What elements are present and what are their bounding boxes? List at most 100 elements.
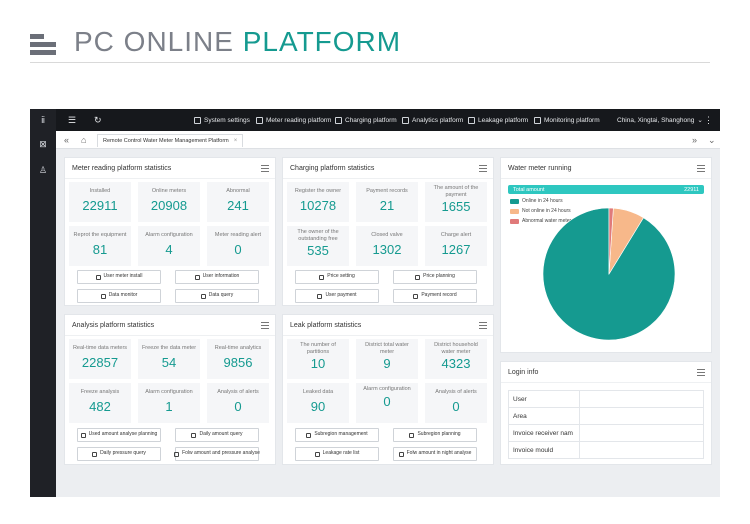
banner-title-part2: PLATFORM (242, 26, 402, 57)
monitor-icon (534, 116, 541, 124)
card-menu-icon[interactable] (261, 165, 269, 174)
card-menu-icon[interactable] (479, 322, 487, 331)
refresh-icon[interactable]: ↻ (94, 109, 102, 131)
stat-outstanding-owner: The owner of the outstanding free 535 (287, 226, 349, 266)
stat-label: The amount of the payment (433, 185, 479, 198)
water-meter-running-card: Water meter running Total amount 22911 O… (500, 157, 712, 353)
stat-alarm-configuration: Alarm configuration 4 (138, 226, 200, 266)
stat-value: 54 (161, 354, 177, 370)
card-title: Water meter running (508, 165, 572, 172)
price-planning-button[interactable]: Price planning (393, 270, 477, 284)
home-icon[interactable]: ⌂ (81, 131, 86, 149)
monitor-icon (100, 293, 106, 299)
payment-record-button[interactable]: Payment record (393, 289, 477, 303)
flow-pressure-analyse-button[interactable]: Folw amount and pressure analyse (174, 447, 260, 461)
user-meter-install-button[interactable]: User meter install (77, 270, 161, 284)
button-label: Leakage rate list (322, 450, 360, 457)
button-label: Used amount analyse planning (88, 431, 158, 438)
button-label: Price setting (327, 273, 355, 280)
eye-icon (80, 432, 86, 438)
legend-online[interactable]: Online in 24 hours (510, 198, 563, 204)
stat-value: 0 (234, 241, 242, 257)
check-icon (398, 451, 404, 457)
table-row: Invoice receiver nam (508, 424, 704, 442)
stat-label: Installed (89, 188, 111, 194)
button-label: User information (202, 273, 240, 280)
card-menu-icon[interactable] (697, 369, 705, 378)
stat-label: Reprot the equipment (73, 232, 127, 238)
tab-dropdown-icon[interactable]: ⌄ (708, 131, 716, 149)
eye-icon (415, 274, 421, 280)
used-amount-analyse-button[interactable]: Used amount analyse planning (77, 428, 161, 442)
close-icon[interactable]: × (234, 138, 238, 144)
stat-value: 4323 (441, 356, 471, 371)
nav-monitoring-platform[interactable]: Monitoring platform (534, 109, 600, 131)
logo-icon (30, 34, 56, 58)
login-info-card: Login info User Area Invoice receiver na… (500, 361, 712, 465)
top-navbar: ☰ ↻ System settings Meter reading platfo… (56, 109, 720, 131)
link-icon (174, 451, 180, 457)
stat-value: 1267 (441, 241, 471, 257)
tab-label: Remote Control Water Meter Management Pl… (103, 138, 229, 144)
tab-back-icon[interactable]: « (64, 131, 69, 149)
nav-charging-platform[interactable]: Charging platform (335, 109, 397, 131)
data-query-button[interactable]: Data query (175, 289, 259, 303)
user-payment-button[interactable]: User payment (295, 289, 379, 303)
nav-label: Analytics platform (412, 116, 464, 124)
stat-value: 21 (379, 197, 395, 213)
location-dropdown[interactable]: China, Xingtai, Shanghong ⌄ (617, 109, 703, 131)
button-label: Subregion planning (417, 431, 461, 438)
check-icon (194, 274, 200, 280)
more-icon[interactable]: ⋮ (704, 109, 713, 131)
stat-label: Freeze the data meter (141, 345, 197, 351)
sidebar-user-icon[interactable]: ♙ (30, 159, 56, 181)
stat-value: 4 (165, 241, 173, 257)
sidebar-logo-icon[interactable]: ⅱ (30, 109, 56, 131)
subregion-management-button[interactable]: Subregion management (295, 428, 379, 442)
legend-label: Online in 24 hours (522, 198, 563, 204)
leak-card: Leak platform statistics The number of p… (282, 314, 494, 465)
stat-label: Alarm configuration (145, 232, 193, 238)
star-icon (468, 116, 475, 124)
nav-meter-reading-platform[interactable]: Meter reading platform (256, 109, 331, 131)
card-menu-icon[interactable] (479, 165, 487, 174)
stat-value: 482 (89, 398, 111, 414)
star-icon (191, 432, 197, 438)
stat-leaked-data: Leaked data 90 (287, 383, 349, 423)
layers-icon (314, 451, 320, 457)
nav-system-settings[interactable]: System settings (194, 109, 250, 131)
nav-analytics-platform[interactable]: Analytics platform (402, 109, 463, 131)
button-label: Folw amount and pressure analyse (182, 450, 260, 457)
button-label: Data query (208, 292, 234, 299)
legend-swatch (510, 208, 519, 214)
button-label: User payment (325, 292, 357, 299)
wrench-icon (306, 432, 312, 438)
data-monitor-button[interactable]: Data monitor (77, 289, 161, 303)
document-icon (409, 432, 415, 438)
stat-label: The number of partitions (300, 342, 336, 355)
user-information-button[interactable]: User information (175, 270, 259, 284)
button-label: Daily amount query (199, 431, 243, 438)
button-label: Subregion management (314, 431, 368, 438)
button-label: Folw amount in night analyse (406, 450, 472, 457)
menu-icon[interactable]: ☰ (68, 109, 76, 131)
card-menu-icon[interactable] (261, 322, 269, 331)
night-flow-analyse-button[interactable]: Folw amount in night analyse (393, 447, 477, 461)
subregion-planning-button[interactable]: Subregion planning (393, 428, 477, 442)
stat-district-household-meter: District household water meter 4323 (425, 339, 487, 379)
tab-forward-icon[interactable]: » (692, 131, 697, 149)
sidebar-grid-icon[interactable]: ⊠ (30, 133, 56, 155)
stat-report-equipment: Reprot the equipment 81 (69, 226, 131, 266)
button-label: Price planning (423, 273, 455, 280)
eye-icon (95, 274, 101, 280)
card-menu-icon[interactable] (697, 165, 705, 174)
nav-leakage-platform[interactable]: Leakage platform (468, 109, 528, 131)
stat-district-total-meter: District total water meter 9 (356, 339, 418, 379)
daily-amount-query-button[interactable]: Daily amount query (175, 428, 259, 442)
daily-pressure-query-button[interactable]: Daily pressure query (77, 447, 161, 461)
leakage-rate-list-button[interactable]: Leakage rate list (295, 447, 379, 461)
button-label: User meter install (103, 273, 143, 280)
price-setting-button[interactable]: Price setting (295, 270, 379, 284)
stat-analysis-alerts: Analysis of alerts 0 (425, 383, 487, 423)
tab-remote-control[interactable]: Remote Control Water Meter Management Pl… (97, 134, 244, 147)
